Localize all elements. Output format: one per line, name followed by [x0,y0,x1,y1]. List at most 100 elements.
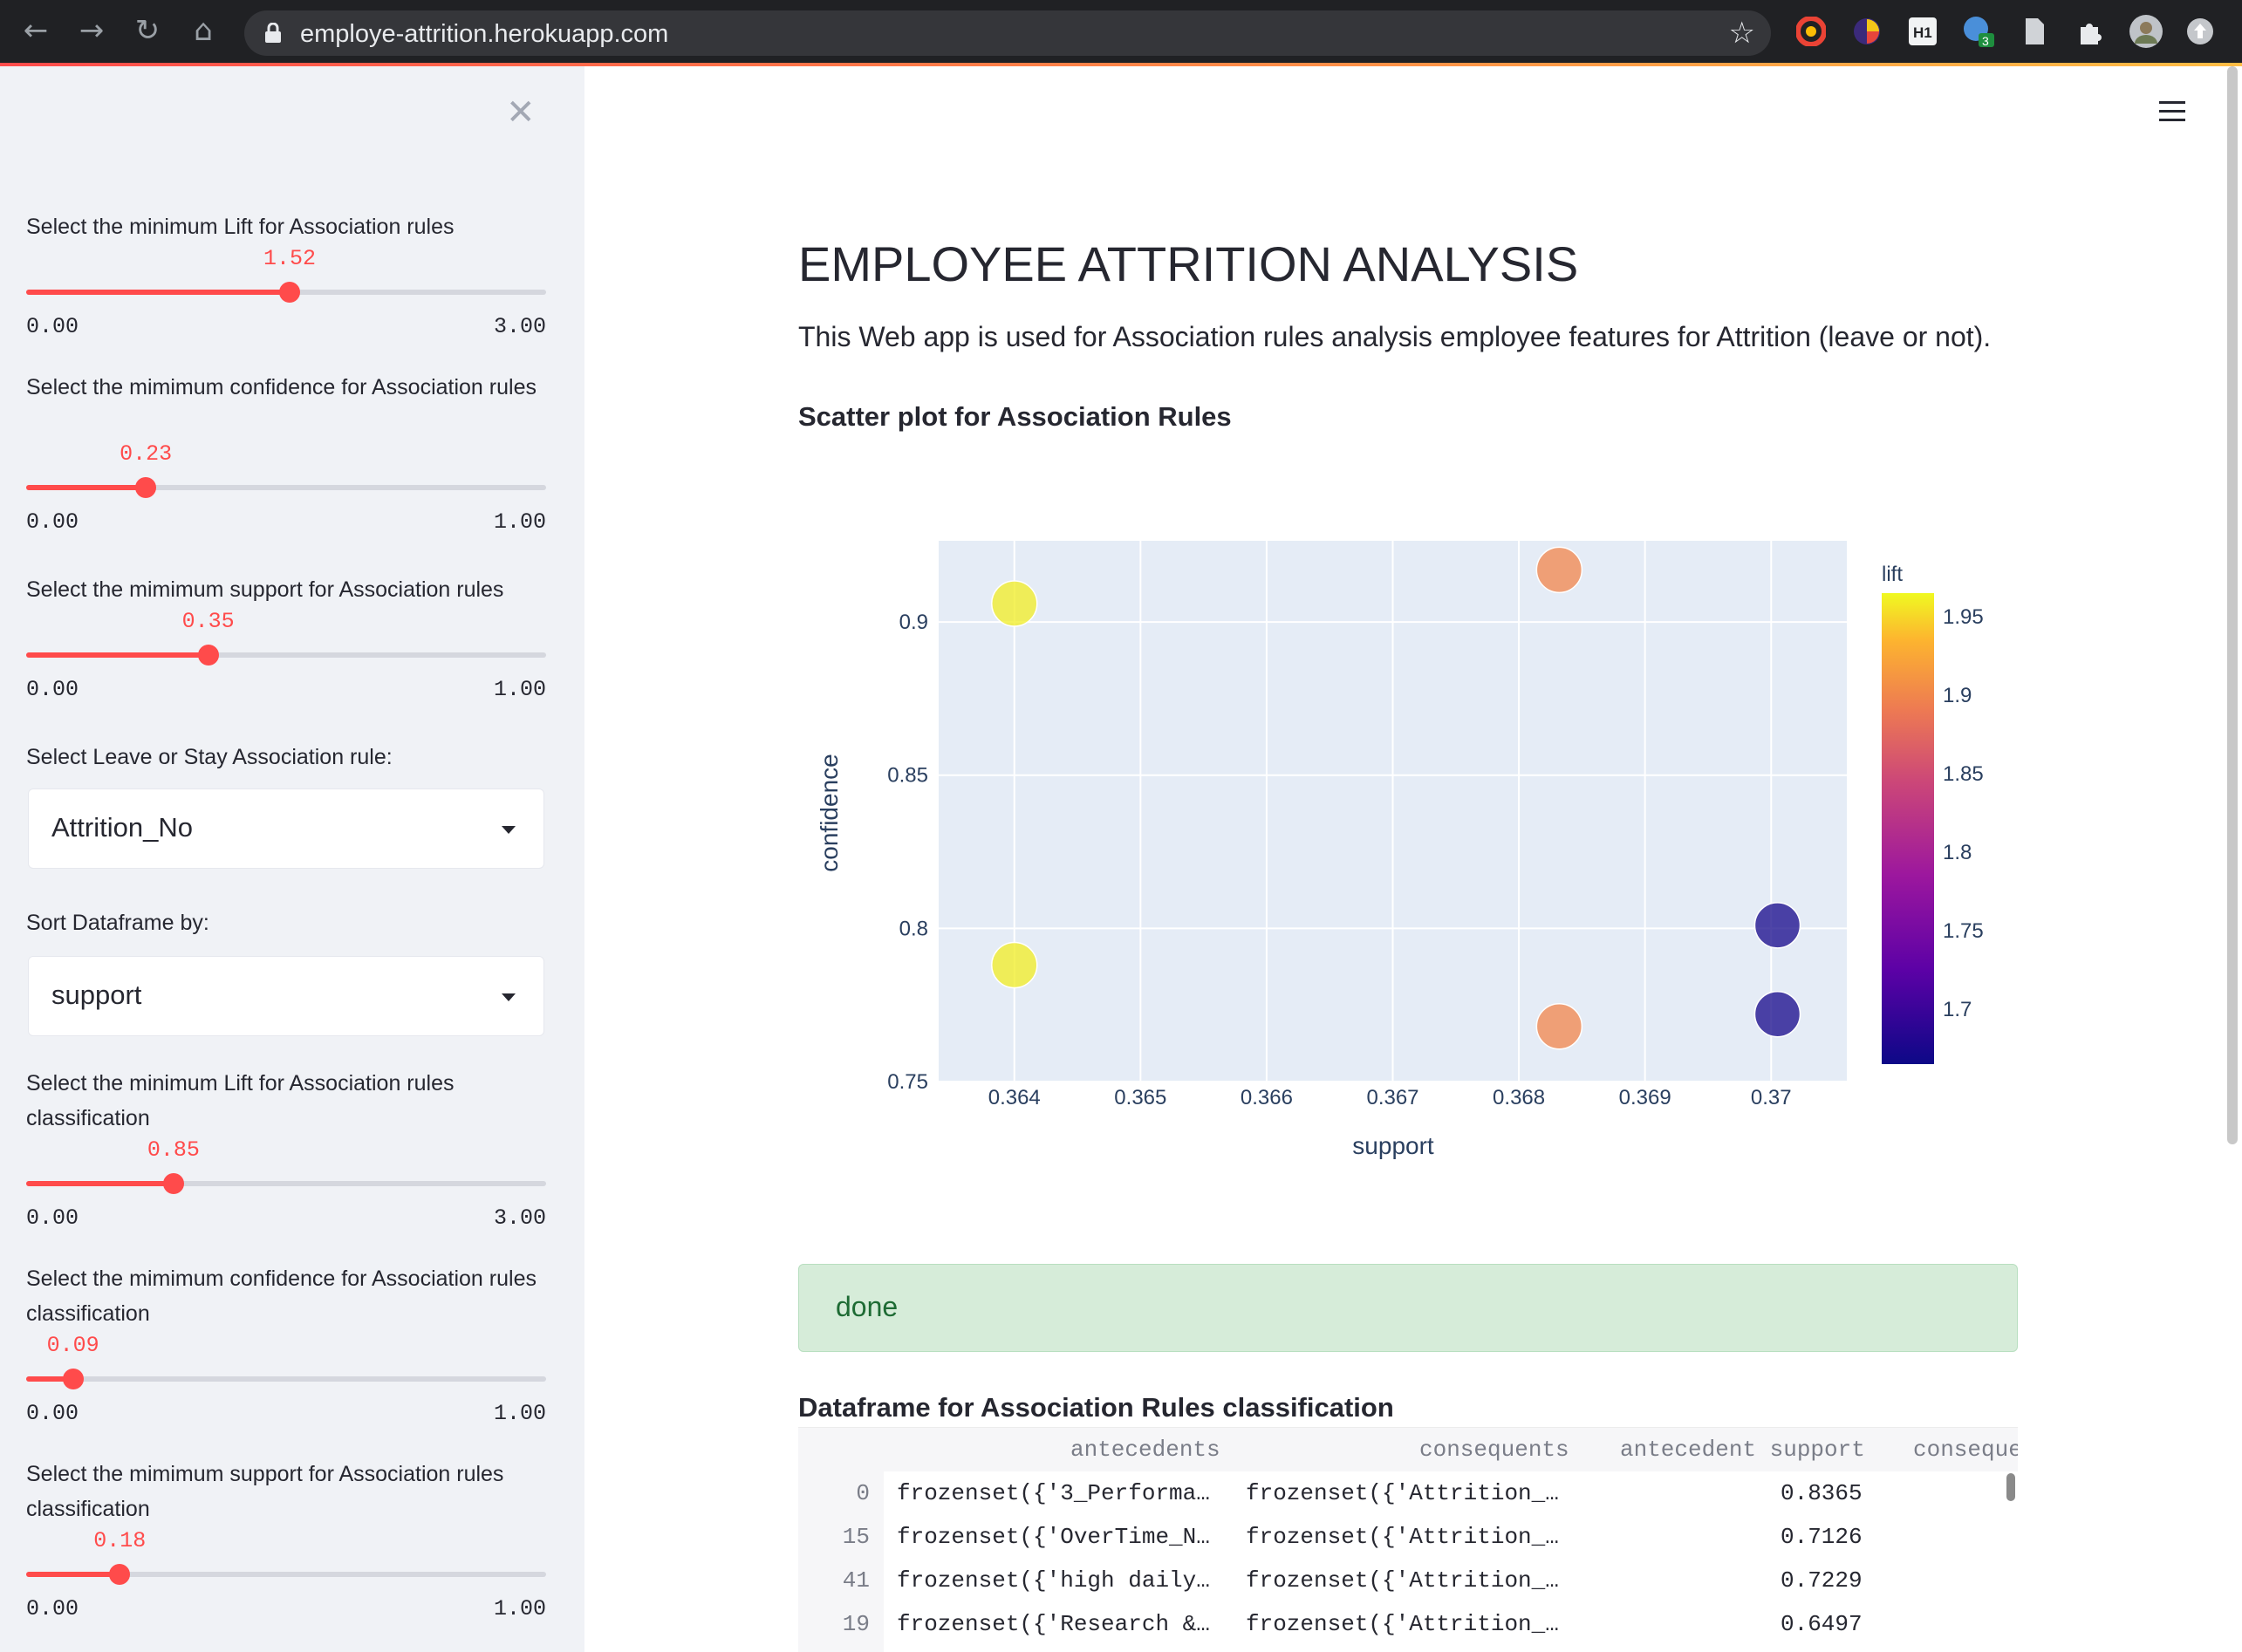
puzzle-extensions-icon[interactable] [2073,14,2108,49]
forward-icon[interactable]: → [72,10,112,51]
page-description: This Web app is used for Association rul… [798,321,1992,352]
slider-max: 3.00 [493,314,546,339]
table-cell[interactable]: frozenset({'OverTime_N… [897,1524,1210,1550]
slider-thumb[interactable] [135,477,157,498]
lift-slider[interactable]: 1.52 0.00 3.00 [26,246,546,339]
x-axis-label: support [1352,1132,1434,1159]
y-tick-label: 0.9 [899,611,928,634]
profile-avatar-icon[interactable] [2129,14,2163,49]
chevron-down-icon[interactable] [502,993,516,1001]
home-icon[interactable]: ⌂ [183,10,223,51]
back-icon[interactable]: ← [16,10,56,51]
column-header[interactable]: consequents [1419,1437,1569,1463]
table-cell[interactable]: 0.6497 [1781,1611,1863,1637]
star-icon[interactable]: ☆ [1729,16,1755,51]
lift-colorbar [1882,593,1934,1064]
confidence-slider-label: Select the mimimum confidence for Associ… [26,375,537,399]
row-index: 19 [842,1611,870,1637]
colorbar-tick-label: 1.85 [1943,762,1984,786]
document-extension-icon[interactable] [2017,14,2052,49]
slider-min: 0.00 [26,1401,79,1426]
lift-classification-slider-label: Select the minimum Lift for Association … [26,1071,455,1130]
slider-fill [26,485,147,490]
table-cell[interactable]: 0.7126 [1781,1524,1863,1550]
table-scrollbar[interactable] [2006,1473,2015,1501]
x-tick-label: 0.367 [1366,1086,1418,1109]
slider-max: 1.00 [493,677,546,702]
association-rules-scatter-chart[interactable]: 0.364 0.365 0.366 0.367 0.368 0.369 0.37 0.75 0.… [798,488,2018,1178]
slider-value: 0.09 [46,1333,99,1358]
slider-fill [26,1572,120,1577]
url-text[interactable]: employe-attrition.herokuapp.com [300,20,668,49]
slider-max: 1.00 [493,509,546,535]
page-title: EMPLOYEE ATTRITION ANALYSIS [798,236,1579,291]
table-cell[interactable]: frozenset({'Attrition_… [1246,1524,1559,1550]
column-header[interactable]: antecedent support [1620,1437,1865,1463]
slider-min: 0.00 [26,677,79,702]
support-slider[interactable]: 0.35 0.00 1.00 [26,609,546,702]
update-icon[interactable] [2183,14,2218,49]
table-cell[interactable]: frozenset({'3_Performa… [897,1480,1210,1506]
sort-select-label: Sort Dataframe by: [26,911,209,935]
table-cell[interactable]: frozenset({'high daily… [897,1567,1210,1594]
badge-extension-icon[interactable]: 3 [1961,14,1996,49]
slider-value: 0.23 [120,441,173,467]
confidence-slider[interactable]: 0.23 0.00 1.00 [26,441,546,535]
h1-extension-icon[interactable]: H1 [1905,14,1940,49]
table-cell[interactable]: frozenset({'Research &… [897,1611,1210,1637]
table-cell[interactable]: 0.7229 [1781,1567,1863,1594]
sort-dataframe-select[interactable]: support [28,956,544,1036]
slider-max: 3.00 [493,1205,546,1231]
slider-value: 0.18 [93,1528,147,1553]
slider-thumb[interactable] [109,1564,131,1585]
slider-value: 1.52 [263,246,316,271]
slider-track[interactable] [26,1376,546,1382]
table-cell[interactable]: frozenset({'Attrition_… [1246,1611,1559,1637]
sidebar: ✕ Select the minimum Lift for Associatio… [0,66,584,1652]
row-index: 41 [842,1567,870,1594]
table-cell[interactable]: 0.8365 [1781,1480,1863,1506]
hamburger-menu-icon[interactable] [2159,101,2185,122]
page-scrollbar[interactable] [2227,66,2238,1144]
address-bar[interactable]: employe-attrition.herokuapp.com ☆ [244,10,1771,56]
column-header[interactable]: antecedents [1070,1437,1220,1463]
support-classification-slider-label: Select the mimimum support for Associati… [26,1462,504,1521]
palette-extension-icon[interactable] [1849,14,1884,49]
select-value: Attrition_No [51,812,193,843]
table-cell[interactable]: frozenset({'Attrition_… [1246,1480,1559,1506]
y-tick-label: 0.8 [899,917,928,940]
x-tick-label: 0.369 [1619,1086,1671,1109]
y-tick-label: 0.85 [887,764,928,788]
support-slider-label: Select the mimimum support for Associati… [26,577,504,602]
slider-min: 0.00 [26,1205,79,1231]
dataframe-table[interactable]: antecedents consequents antecedent suppo… [798,1427,2018,1652]
lift-classification-slider[interactable]: 0.85 0.00 3.00 [26,1137,546,1231]
lock-icon [265,23,281,43]
confidence-classification-slider-label: Select the mimimum confidence for Associ… [26,1266,537,1326]
x-tick-label: 0.366 [1241,1086,1293,1109]
slider-thumb[interactable] [62,1369,84,1389]
support-classification-slider[interactable]: 0.18 0.00 1.00 [26,1528,546,1621]
slider-thumb[interactable] [278,282,300,303]
select-value: support [51,980,142,1010]
colorbar-tick-label: 1.7 [1943,998,1972,1021]
scatter-point [1753,990,1801,1038]
colorbar-title: lift [1882,563,1903,586]
leave-stay-select[interactable]: Attrition_No [28,788,544,869]
slider-fill [26,1181,174,1186]
reload-icon[interactable]: ↻ [127,10,167,51]
browser-toolbar: ← → ↻ ⌂ employe-attrition.herokuapp.com … [0,0,2242,65]
x-tick-label: 0.365 [1114,1086,1166,1109]
table-cell[interactable]: frozenset({'Attrition_… [1246,1567,1559,1594]
extension-badge: 3 [1982,34,1989,48]
slider-thumb[interactable] [162,1173,184,1194]
confidence-classification-slider[interactable]: 0.09 0.00 1.00 [26,1333,546,1426]
chevron-down-icon[interactable] [502,826,516,834]
close-icon[interactable]: ✕ [506,92,536,133]
slider-min: 0.00 [26,509,79,535]
lift-slider-label: Select the minimum Lift for Association … [26,215,455,239]
chrome-extension-icon[interactable] [1794,14,1828,49]
status-message: done [798,1264,2018,1352]
slider-thumb[interactable] [197,645,219,666]
column-header[interactable]: conseque [1913,1437,2018,1463]
